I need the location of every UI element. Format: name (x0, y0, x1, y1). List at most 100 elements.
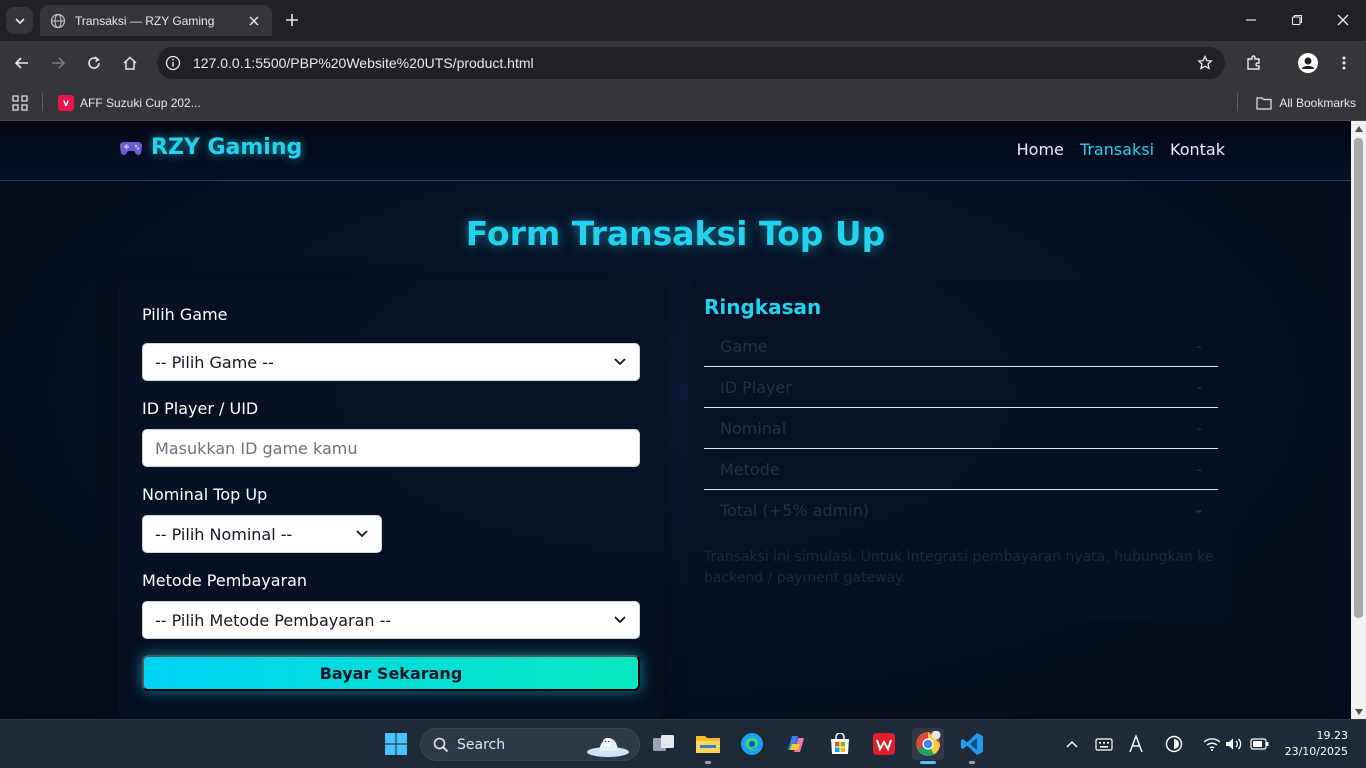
summary-key: Game (720, 336, 768, 356)
clock-date: 23/10/2025 (1284, 745, 1348, 758)
close-tab-icon[interactable] (246, 13, 262, 29)
bookmark-star-icon[interactable] (1193, 51, 1217, 75)
back-button[interactable] (8, 49, 36, 77)
summary-key: Metode (720, 459, 780, 479)
clock-time: 19.23 (1316, 729, 1349, 742)
scrollbar-thumb[interactable] (1354, 138, 1363, 618)
edge-button[interactable] (736, 728, 768, 760)
summary-value: - (1196, 377, 1202, 397)
bookmark-label: AFF Suzuki Cup 202... (80, 96, 201, 110)
search-highlight-icon (587, 738, 629, 757)
bookmark-aff-suzuki-cup[interactable]: v AFF Suzuki Cup 202... (58, 92, 201, 114)
pay-now-button[interactable]: Bayar Sekarang (142, 655, 640, 691)
forward-button[interactable] (44, 49, 72, 77)
game-select[interactable]: -- Pilih Game -- (142, 343, 640, 381)
apps-grid-icon[interactable] (10, 93, 30, 113)
summary-row-nominal: Nominal - (704, 408, 1218, 449)
home-button[interactable] (116, 49, 144, 77)
nav-home[interactable]: Home (1017, 140, 1064, 159)
browser-toolbar: 127.0.0.1:5500/PBP%20Website%20UTS/produ… (0, 41, 1366, 85)
restore-button[interactable] (1274, 0, 1320, 40)
nav-transaksi[interactable]: Transaksi (1080, 140, 1154, 159)
summary-title: Ringkasan (704, 295, 822, 319)
nav-kontak[interactable]: Kontak (1170, 140, 1225, 159)
close-icon (1337, 14, 1349, 26)
show-hidden-icons-button[interactable] (1060, 732, 1084, 756)
windows-taskbar: Search 19.23 23/10/2025 (0, 719, 1366, 768)
reload-icon (88, 56, 100, 69)
battery-icon[interactable] (1248, 732, 1272, 756)
payment-select-value: -- Pilih Metode Pembayaran -- (155, 610, 392, 630)
arrow-left-icon (14, 57, 28, 69)
volume-icon[interactable] (1222, 732, 1246, 756)
task-view-icon (653, 735, 674, 751)
minimize-icon (1246, 19, 1256, 21)
folder-icon (1256, 97, 1272, 110)
tab-search-button[interactable] (6, 7, 33, 34)
running-indicator (705, 761, 711, 764)
focus-icon[interactable] (1162, 732, 1186, 756)
summary-total-value: - (1195, 501, 1202, 520)
task-view-button[interactable] (648, 728, 680, 760)
site-logo[interactable]: RZY Gaming (119, 135, 302, 160)
reload-button[interactable] (80, 49, 108, 77)
running-indicator (969, 761, 975, 764)
taskbar-search[interactable]: Search (420, 728, 640, 761)
all-bookmarks-label: All Bookmarks (1279, 96, 1356, 110)
bookmarks-divider (42, 93, 43, 111)
new-tab-button[interactable] (281, 9, 303, 31)
arrow-right-icon (52, 57, 66, 69)
all-bookmarks-button[interactable]: All Bookmarks (1256, 92, 1356, 114)
summary-note: Transaksi ini simulasi. Untuk integrasi … (704, 549, 1214, 586)
player-id-placeholder: Masukkan ID game kamu (155, 438, 358, 458)
summary-key: Nominal (720, 418, 787, 438)
microsoft-store-button[interactable] (824, 728, 856, 760)
vscode-button[interactable] (956, 728, 988, 764)
copilot-button[interactable] (780, 728, 812, 760)
nominal-select[interactable]: -- Pilih Nominal -- (142, 515, 382, 553)
site-header: RZY Gaming Home Transaksi Kontak (0, 121, 1351, 181)
scroll-up-arrow-icon[interactable] (1351, 121, 1366, 136)
summary-value: - (1196, 418, 1202, 438)
minimize-button[interactable] (1228, 0, 1274, 40)
logo-text: RZY Gaming (151, 135, 303, 160)
puzzle-icon (1247, 55, 1260, 70)
input-language-icon[interactable] (1124, 732, 1148, 756)
keyboard-icon[interactable] (1092, 732, 1116, 756)
summary-row-total: Total (+5% admin) - (704, 490, 1218, 531)
nominal-select-value: -- Pilih Nominal -- (155, 524, 293, 544)
start-button[interactable] (380, 728, 412, 760)
player-id-input[interactable]: Masukkan ID game kamu (142, 429, 640, 467)
page-viewport: RZY Gaming Home Transaksi Kontak Form Tr… (0, 121, 1351, 719)
chrome-button[interactable] (912, 728, 944, 764)
browser-tab-active[interactable]: Transaksi — RZY Gaming (40, 5, 272, 36)
summary-row-method: Metode - (704, 449, 1218, 490)
scroll-down-arrow-icon[interactable] (1351, 704, 1366, 719)
player-id-label: ID Player / UID (142, 399, 259, 418)
summary-value: - (1196, 459, 1202, 479)
chrome-menu-button[interactable] (1330, 49, 1358, 77)
summary-row-game: Game - (704, 326, 1218, 367)
windows-logo-icon (385, 733, 407, 755)
payment-method-select[interactable]: -- Pilih Metode Pembayaran -- (142, 601, 640, 639)
file-explorer-button[interactable] (692, 728, 724, 764)
page-title: Form Transaksi Top Up (465, 214, 886, 253)
site-info-icon[interactable] (161, 51, 185, 75)
address-bar[interactable]: 127.0.0.1:5500/PBP%20Website%20UTS/produ… (157, 47, 1225, 79)
summary-key: Total (+5% admin) (720, 501, 869, 520)
taskbar-clock[interactable]: 19.23 23/10/2025 (1285, 728, 1348, 760)
chevron-down-icon (14, 17, 25, 24)
transaction-form: Pilih Game -- Pilih Game -- ID Player / … (118, 279, 664, 719)
profile-avatar[interactable] (1294, 49, 1322, 77)
wps-icon (873, 733, 895, 755)
chrome-icon (916, 731, 941, 757)
wps-office-button[interactable] (868, 728, 900, 760)
extensions-button[interactable] (1240, 49, 1268, 77)
summary-key: ID Player (720, 377, 792, 397)
summary-row-player: ID Player - (704, 367, 1218, 408)
wifi-icon[interactable] (1200, 732, 1224, 756)
page-scrollbar[interactable] (1351, 121, 1366, 719)
close-window-button[interactable] (1320, 0, 1366, 40)
search-icon (433, 737, 449, 752)
store-icon (831, 733, 849, 754)
